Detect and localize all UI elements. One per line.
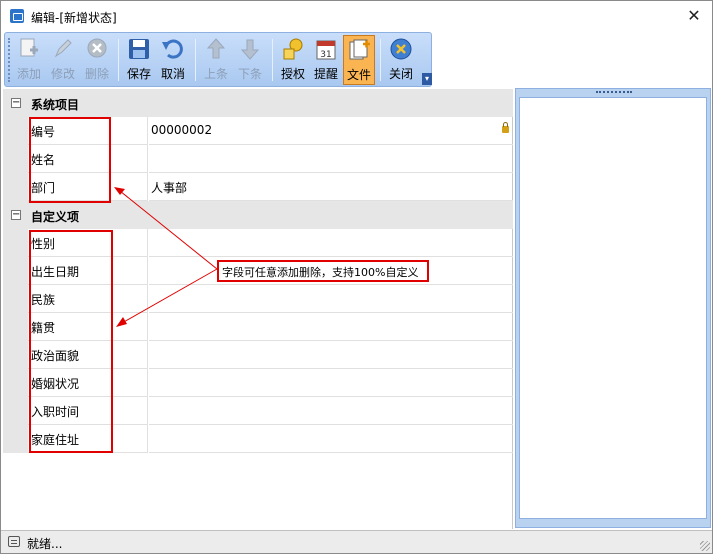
- property-value[interactable]: [149, 313, 513, 341]
- previous-record-button[interactable]: 上条: [200, 35, 232, 85]
- row-margin: [3, 173, 28, 201]
- row-margin: [3, 425, 28, 453]
- highlight-box-custom-fields: [29, 230, 113, 453]
- highlight-box-system-fields: [29, 117, 111, 203]
- row-margin: [3, 229, 28, 257]
- row-margin: [3, 397, 28, 425]
- close-app-icon: [389, 37, 413, 61]
- row-margin: [3, 145, 28, 173]
- calendar-icon: 31: [314, 37, 338, 61]
- add-button[interactable]: 添加: [13, 35, 45, 85]
- toolbar-separator: [272, 39, 273, 81]
- save-button[interactable]: 保存: [123, 35, 155, 85]
- delete-icon: [85, 37, 109, 61]
- annotation-callout: 字段可任意添加删除，支持100%自定义: [217, 260, 429, 282]
- app-icon: [10, 9, 24, 23]
- category-system[interactable]: − 系统项目: [3, 89, 513, 117]
- edit-button[interactable]: 修改: [47, 35, 79, 85]
- row-margin: [3, 341, 28, 369]
- property-value[interactable]: 人事部: [149, 173, 513, 201]
- property-value[interactable]: [149, 145, 513, 173]
- resize-grip[interactable]: [700, 541, 710, 551]
- property-value-text: 00000002: [151, 123, 213, 137]
- category-custom[interactable]: − 自定义项: [3, 201, 513, 229]
- property-value[interactable]: [149, 285, 513, 313]
- editor-window: 编辑-[新增状态] ✕ 添加 修改 删除 保存 取消 上条 下条 授权 31 提…: [0, 0, 713, 554]
- message-icon: [8, 536, 20, 547]
- toolbar-overflow-button[interactable]: ▾: [422, 73, 432, 85]
- row-margin: [3, 117, 28, 145]
- next-record-button[interactable]: 下条: [234, 35, 266, 85]
- window-title: 编辑-[新增状态]: [31, 11, 117, 25]
- down-arrow-icon: [238, 37, 262, 61]
- status-bar: 就绪...: [1, 530, 712, 553]
- reminder-button[interactable]: 31 提醒: [310, 35, 342, 85]
- file-icon: [347, 38, 371, 62]
- toolbar-grip[interactable]: [8, 38, 11, 82]
- cancel-button[interactable]: 取消: [157, 35, 189, 85]
- toolbar: 添加 修改 删除 保存 取消 上条 下条 授权 31 提醒 文件 关闭 ▾: [4, 32, 432, 87]
- close-window-button[interactable]: ✕: [682, 4, 706, 28]
- property-value[interactable]: [149, 397, 513, 425]
- row-margin: [3, 369, 28, 397]
- right-panel: [515, 88, 711, 528]
- category-label: 系统项目: [31, 98, 80, 112]
- file-preview-area[interactable]: [519, 97, 707, 519]
- collapse-toggle-icon[interactable]: −: [11, 98, 21, 108]
- status-text: 就绪...: [27, 537, 63, 551]
- toolbar-separator: [118, 39, 119, 81]
- add-icon: [17, 37, 41, 61]
- edit-icon: [51, 37, 75, 61]
- lock-icon: [502, 122, 509, 133]
- toolbar-separator: [380, 39, 381, 81]
- file-button[interactable]: 文件: [343, 35, 375, 85]
- property-value[interactable]: [149, 369, 513, 397]
- row-margin: [3, 313, 28, 341]
- collapse-toggle-icon[interactable]: −: [11, 210, 21, 220]
- property-value[interactable]: [149, 425, 513, 453]
- row-margin: [3, 285, 28, 313]
- property-value[interactable]: 00000002: [149, 117, 513, 145]
- title-bar: 编辑-[新增状态] ✕: [1, 1, 712, 31]
- undo-icon: [161, 37, 185, 61]
- save-icon: [127, 37, 151, 61]
- panel-grip[interactable]: [596, 91, 632, 94]
- category-label: 自定义项: [31, 210, 80, 224]
- property-value[interactable]: [149, 341, 513, 369]
- close-app-button[interactable]: 关闭: [385, 35, 417, 85]
- up-arrow-icon: [204, 37, 228, 61]
- row-margin: [3, 257, 28, 285]
- svg-text:31: 31: [320, 50, 331, 60]
- authorize-button[interactable]: 授权: [277, 35, 309, 85]
- delete-button[interactable]: 删除: [81, 35, 113, 85]
- toolbar-separator: [195, 39, 196, 81]
- property-value[interactable]: [149, 229, 513, 257]
- key-icon: [281, 37, 305, 61]
